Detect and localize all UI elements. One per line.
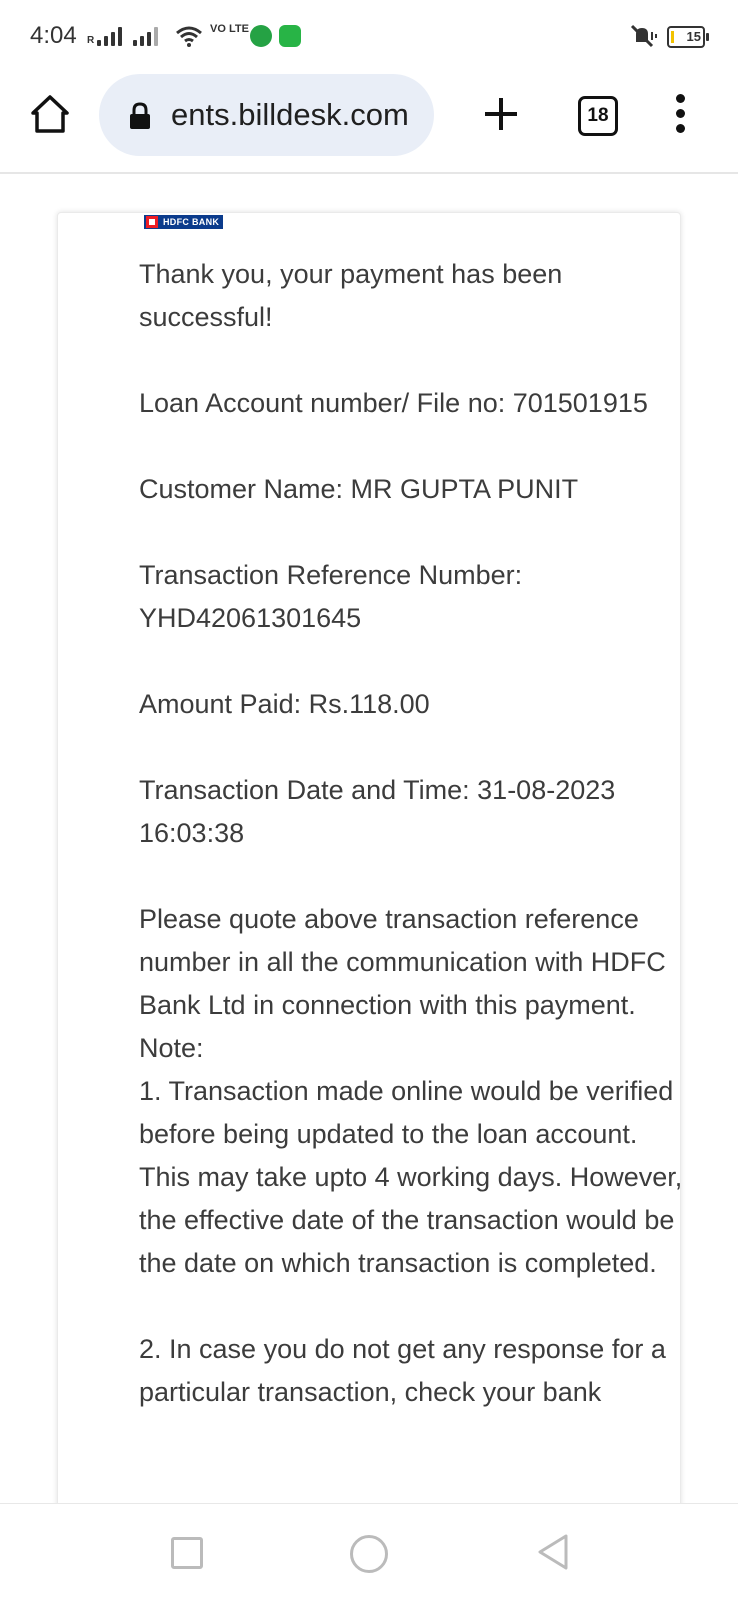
status-time: 4:04 xyxy=(30,22,77,49)
browser-toolbar: ents.billdesk.com 18 xyxy=(0,72,738,174)
txn-ref-value: YHD42061301645 xyxy=(139,603,362,633)
home-icon[interactable] xyxy=(28,92,72,136)
receipt-content: Thank you, your payment has been success… xyxy=(139,253,684,1414)
wifi-icon xyxy=(176,26,202,47)
txn-datetime-time: 16:03:38 xyxy=(139,818,245,848)
lock-icon xyxy=(130,102,150,129)
volte-label: VO LTE xyxy=(210,23,249,35)
amount-paid-line: Amount Paid: Rs.118.00 xyxy=(139,689,430,719)
bank-logo-text: HDFC BANK xyxy=(163,217,220,227)
url-text[interactable]: ents.billdesk.com xyxy=(171,97,421,133)
tab-switcher-button[interactable]: 18 xyxy=(578,96,618,136)
triangle-back-icon[interactable] xyxy=(536,1533,570,1571)
customer-name-line: Customer Name: MR GUPTA PUNIT xyxy=(139,474,579,504)
loan-account-line: Loan Account number/ File no: 701501915 xyxy=(139,388,648,418)
payment-receipt-card: HDFC BANK Thank you, your payment has be… xyxy=(57,212,684,1514)
note-1: 1. Transaction made online would be veri… xyxy=(139,1076,683,1278)
status-bar: 4:04 R VO LTE 15 xyxy=(0,0,738,72)
note-label: Note: xyxy=(139,1033,204,1063)
battery-indicator: 15 xyxy=(667,26,709,48)
hdfc-logo-icon xyxy=(146,216,158,228)
txn-datetime-label: Transaction Date and Time: 31-08-2023 xyxy=(139,775,616,805)
signal-icon xyxy=(97,26,122,46)
more-vert-icon[interactable] xyxy=(670,94,690,138)
quote-notice: Please quote above transaction reference… xyxy=(139,904,666,1020)
system-nav-bar xyxy=(0,1503,738,1601)
sim-roaming-label: R xyxy=(87,35,95,46)
plus-icon[interactable] xyxy=(481,92,521,136)
success-message: Thank you, your payment has been success… xyxy=(139,259,563,332)
battery-level: 15 xyxy=(686,29,701,44)
whatsapp-icon xyxy=(250,25,272,47)
message-icon xyxy=(279,25,301,47)
signal-2-icon xyxy=(133,26,158,46)
circle-icon[interactable] xyxy=(350,1535,388,1573)
bank-logo: HDFC BANK xyxy=(144,215,224,229)
note-2: 2. In case you do not get any response f… xyxy=(139,1334,666,1407)
txn-ref-label: Transaction Reference Number: xyxy=(139,560,523,590)
vibrate-mute-icon xyxy=(630,24,657,48)
square-icon[interactable] xyxy=(171,1537,203,1569)
address-bar[interactable]: ents.billdesk.com xyxy=(99,74,434,156)
